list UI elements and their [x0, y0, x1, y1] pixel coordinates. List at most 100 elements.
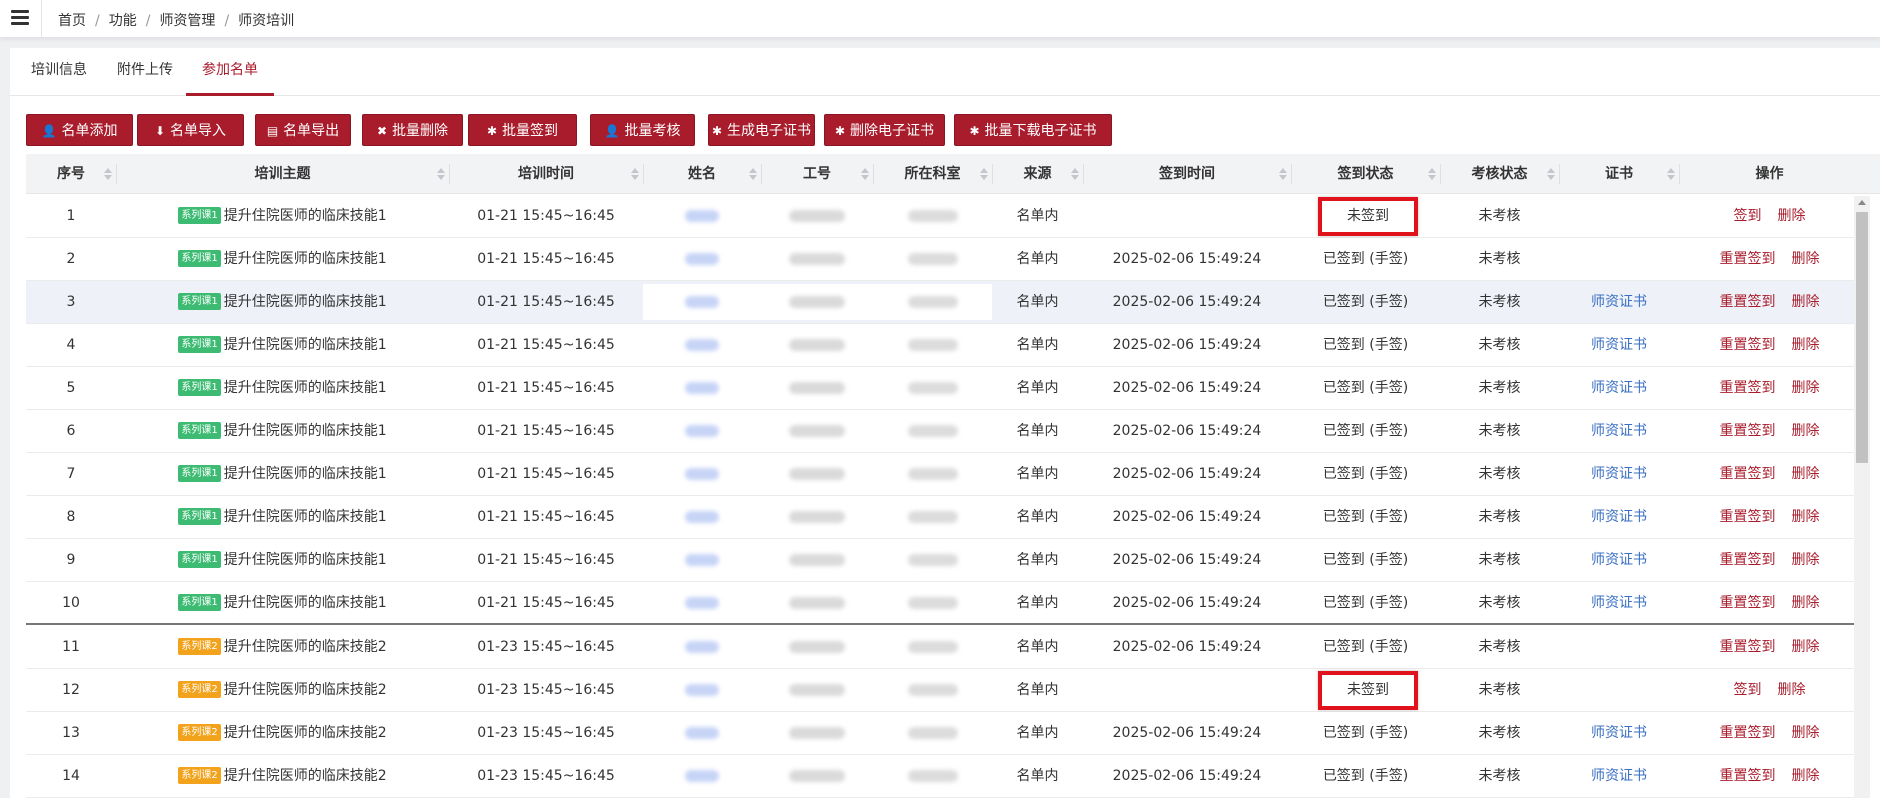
header-col-sign-status[interactable]: 签到状态: [1291, 154, 1440, 194]
reset-sign-in-link[interactable]: 重置签到: [1720, 768, 1776, 784]
sort-icon[interactable]: [631, 166, 639, 182]
certificate-link[interactable]: 师资证书: [1591, 552, 1647, 568]
table-row[interactable]: 7 系列课1 提升住院医师的临床技能1 01-21 15:45~16:45 名单内 202…: [26, 453, 1860, 496]
delete-link[interactable]: 删除: [1792, 294, 1820, 310]
breadcrumb-item-function[interactable]: 功能: [109, 13, 137, 29]
certificate-link[interactable]: 师资证书: [1591, 337, 1647, 353]
reset-sign-in-link[interactable]: 重置签到: [1720, 509, 1776, 525]
header-col-certificate[interactable]: 证书: [1559, 154, 1679, 194]
sort-icon[interactable]: [861, 166, 869, 182]
table-row[interactable]: 13 系列课2 提升住院医师的临床技能2 01-23 15:45~16:45 名单内 20…: [26, 712, 1860, 755]
delete-link[interactable]: 删除: [1792, 725, 1820, 741]
header-col-no[interactable]: 序号: [26, 154, 116, 194]
table-row[interactable]: 14 系列课2 提升住院医师的临床技能2 01-23 15:45~16:45 名单内 20…: [26, 755, 1860, 798]
sort-icon[interactable]: [1279, 166, 1287, 182]
delete-link[interactable]: 删除: [1792, 595, 1820, 611]
header-col-topic[interactable]: 培训主题: [116, 154, 449, 194]
tab-attachment-upload[interactable]: 附件上传: [112, 48, 178, 96]
delete-link[interactable]: 删除: [1778, 208, 1806, 224]
sort-icon[interactable]: [1071, 166, 1079, 182]
header-col-time[interactable]: 培训时间: [449, 154, 643, 194]
sort-icon[interactable]: [1667, 166, 1675, 182]
delete-link[interactable]: 删除: [1792, 552, 1820, 568]
reset-sign-in-link[interactable]: 重置签到: [1720, 294, 1776, 310]
header-col-name[interactable]: 姓名: [643, 154, 761, 194]
sign-in-link[interactable]: 签到: [1734, 208, 1762, 224]
menu-icon[interactable]: [11, 10, 29, 26]
reset-sign-in-link[interactable]: 重置签到: [1720, 639, 1776, 655]
delete-link[interactable]: 删除: [1792, 768, 1820, 784]
reset-sign-in-link[interactable]: 重置签到: [1720, 725, 1776, 741]
header-col-staff-id[interactable]: 工号: [761, 154, 873, 194]
breadcrumb-item-home[interactable]: 首页: [58, 13, 86, 29]
delete-link[interactable]: 删除: [1792, 251, 1820, 267]
certificate-link[interactable]: 师资证书: [1591, 509, 1647, 525]
cell-source: 名单内: [992, 669, 1083, 711]
sort-icon[interactable]: [437, 166, 445, 182]
sign-time: 2025-02-06 15:49:24: [1112, 639, 1262, 655]
reset-sign-in-link[interactable]: 重置签到: [1720, 423, 1776, 439]
sort-icon[interactable]: [104, 166, 112, 182]
sign-in-link[interactable]: 签到: [1734, 682, 1762, 698]
table-row[interactable]: 4 系列课1 提升住院医师的临床技能1 01-21 15:45~16:45 名单内 202…: [26, 324, 1860, 367]
scroll-up-icon[interactable]: [1858, 200, 1866, 205]
toolbar-button-9[interactable]: ✱ 批量下载电子证书: [954, 114, 1112, 146]
reset-sign-in-link[interactable]: 重置签到: [1720, 595, 1776, 611]
table-row[interactable]: 8 系列课1 提升住院医师的临床技能1 01-21 15:45~16:45 名单内 202…: [26, 496, 1860, 539]
toolbar-button-5[interactable]: ✱ 批量签到: [468, 114, 577, 146]
toolbar-button-1[interactable]: 👤 名单添加: [26, 114, 133, 146]
exam-status: 未考核: [1478, 509, 1521, 525]
table-row[interactable]: 1 系列课1 提升住院医师的临床技能1 01-21 15:45~16:45 名单内 未签到…: [26, 195, 1860, 238]
table-row[interactable]: 9 系列课1 提升住院医师的临床技能1 01-21 15:45~16:45 名单内 202…: [26, 539, 1860, 582]
toolbar-button-7[interactable]: ✱ 生成电子证书: [708, 114, 815, 146]
certificate-link[interactable]: 师资证书: [1591, 294, 1647, 310]
delete-link[interactable]: 删除: [1792, 337, 1820, 353]
toolbar-button-8[interactable]: ✱ 删除电子证书: [824, 114, 945, 146]
delete-link[interactable]: 删除: [1778, 682, 1806, 698]
toolbar-button-6[interactable]: 👤 批量考核: [590, 114, 695, 146]
table-row[interactable]: 3 系列课1 提升住院医师的临床技能1 01-21 15:45~16:45 名单内 202…: [26, 281, 1860, 324]
delete-link[interactable]: 删除: [1792, 509, 1820, 525]
delete-link[interactable]: 删除: [1792, 380, 1820, 396]
reset-sign-in-link[interactable]: 重置签到: [1720, 380, 1776, 396]
header-col-exam-status[interactable]: 考核状态: [1440, 154, 1559, 194]
reset-sign-in-link[interactable]: 重置签到: [1720, 251, 1776, 267]
tab-training-info[interactable]: 培训信息: [26, 48, 92, 96]
tab-participant-list[interactable]: 参加名单: [186, 48, 274, 96]
toolbar-button-3[interactable]: ▤ 名单导出: [255, 114, 351, 146]
certificate-link[interactable]: 师资证书: [1591, 423, 1647, 439]
delete-link[interactable]: 删除: [1792, 639, 1820, 655]
certificate-link[interactable]: 师资证书: [1591, 466, 1647, 482]
table-row[interactable]: 2 系列课1 提升住院医师的临床技能1 01-21 15:45~16:45 名单内 202…: [26, 238, 1860, 281]
reset-sign-in-link[interactable]: 重置签到: [1720, 466, 1776, 482]
gear-icon: ✱: [486, 124, 498, 138]
toolbar-button-2[interactable]: ⬇ 名单导入: [137, 114, 244, 146]
certificate-link[interactable]: 师资证书: [1591, 768, 1647, 784]
sort-icon[interactable]: [1428, 166, 1436, 182]
certificate-link[interactable]: 师资证书: [1591, 725, 1647, 741]
table-row[interactable]: 11 系列课2 提升住院医师的临床技能2 01-23 15:45~16:45 名单内 20…: [26, 626, 1860, 669]
delete-link[interactable]: 删除: [1792, 466, 1820, 482]
table-row[interactable]: 12 系列课2 提升住院医师的临床技能2 01-23 15:45~16:45 名单内 未签…: [26, 669, 1860, 712]
toolbar-button-4[interactable]: ✖ 批量删除: [362, 114, 463, 146]
certificate-link[interactable]: 师资证书: [1591, 595, 1647, 611]
scrollbar-thumb[interactable]: [1856, 212, 1868, 463]
delete-link[interactable]: 删除: [1792, 423, 1820, 439]
reset-sign-in-link[interactable]: 重置签到: [1720, 337, 1776, 353]
sort-icon[interactable]: [749, 166, 757, 182]
blurred-staff-id: [789, 382, 845, 394]
sign-status: 已签到 (手签): [1322, 251, 1409, 267]
header-col-sign-time[interactable]: 签到时间: [1083, 154, 1291, 194]
cell-actions: 重置签到 删除: [1679, 324, 1860, 366]
breadcrumb-item-teacher-management[interactable]: 师资管理: [159, 13, 215, 29]
certificate-link[interactable]: 师资证书: [1591, 380, 1647, 396]
table-row[interactable]: 5 系列课1 提升住院医师的临床技能1 01-21 15:45~16:45 名单内 202…: [26, 367, 1860, 410]
header-col-source[interactable]: 来源: [992, 154, 1083, 194]
header-col-department[interactable]: 所在科室: [873, 154, 992, 194]
table-row[interactable]: 6 系列课1 提升住院医师的临床技能1 01-21 15:45~16:45 名单内 202…: [26, 410, 1860, 453]
sort-icon[interactable]: [1547, 166, 1555, 182]
vertical-scrollbar[interactable]: [1854, 196, 1870, 798]
reset-sign-in-link[interactable]: 重置签到: [1720, 552, 1776, 568]
sort-icon[interactable]: [980, 166, 988, 182]
table-row[interactable]: 10 系列课1 提升住院医师的临床技能1 01-21 15:45~16:45 名单内 20…: [26, 582, 1860, 625]
